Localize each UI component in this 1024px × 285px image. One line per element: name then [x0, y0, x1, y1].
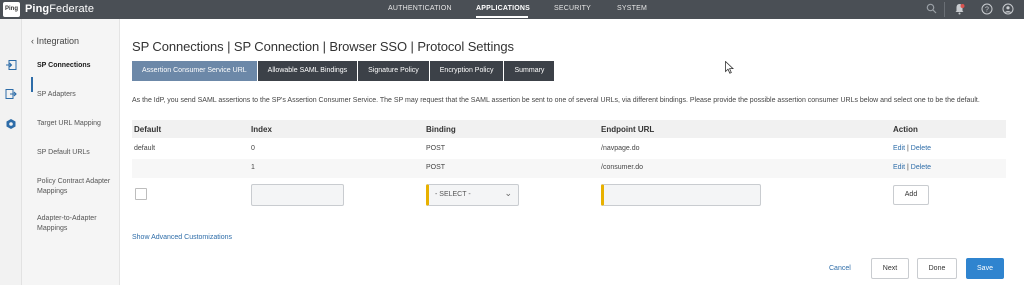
- cell-default: default: [134, 145, 156, 152]
- nav-active-indicator: [476, 16, 528, 18]
- sidebar-item-sp-connections[interactable]: SP Connections: [37, 61, 117, 71]
- search-icon[interactable]: [925, 3, 938, 16]
- column-header-default: Default: [134, 125, 162, 134]
- edit-link[interactable]: Edit: [893, 145, 905, 152]
- brand-name-light: Federate: [49, 3, 95, 15]
- cell-index: 0: [251, 145, 255, 152]
- cell-actions: Edit | Delete: [893, 164, 931, 171]
- tab-encryption-policy[interactable]: Encryption Policy: [429, 61, 504, 81]
- default-checkbox[interactable]: [135, 188, 147, 200]
- action-separator: |: [907, 164, 909, 171]
- cell-binding: POST: [426, 145, 446, 152]
- svg-text:?: ?: [985, 7, 989, 14]
- action-separator: |: [907, 145, 909, 152]
- tab-bar: Assertion Consumer Service URL Allowable…: [132, 61, 555, 81]
- sp-connections-rail-icon[interactable]: [4, 59, 18, 73]
- cell-endpoint-url: /navpage.do: [601, 145, 640, 152]
- page-title: SP Connections | SP Connection | Browser…: [132, 39, 514, 54]
- next-button[interactable]: Next: [871, 258, 909, 279]
- header-divider: [944, 2, 945, 17]
- nav-system[interactable]: SYSTEM: [617, 5, 647, 12]
- bell-icon[interactable]: [953, 3, 966, 16]
- sidebar-item-sp-default-urls[interactable]: SP Default URLs: [37, 148, 117, 158]
- sidebar-item-policy-contract-adapter-mappings[interactable]: Policy Contract Adapter Mappings: [37, 177, 117, 197]
- tab-allowable-saml-bindings[interactable]: Allowable SAML Bindings: [257, 61, 358, 81]
- sidebar-active-indicator: [31, 77, 33, 92]
- cancel-link[interactable]: Cancel: [829, 265, 851, 272]
- icon-rail: [0, 19, 22, 285]
- column-header-endpoint-url: Endpoint URL: [601, 125, 655, 134]
- add-button[interactable]: Add: [893, 185, 929, 205]
- logo-icon: Ping: [3, 2, 20, 17]
- sidebar-back-label: Integration: [36, 36, 80, 46]
- index-input[interactable]: [251, 184, 344, 206]
- show-advanced-customizations-link[interactable]: Show Advanced Customizations: [132, 234, 232, 241]
- oauth-rail-icon[interactable]: [4, 118, 18, 132]
- sidebar: ‹ Integration SP Connections SP Adapters…: [22, 19, 120, 285]
- tab-assertion-consumer-service-url[interactable]: Assertion Consumer Service URL: [132, 61, 257, 81]
- help-icon[interactable]: ?: [980, 3, 993, 16]
- sidebar-item-target-url-mapping[interactable]: Target URL Mapping: [37, 119, 117, 129]
- nav-applications[interactable]: APPLICATIONS: [476, 5, 530, 12]
- column-header-index: Index: [251, 125, 272, 134]
- table-row: 1 POST /consumer.do Edit | Delete: [132, 159, 1006, 178]
- cell-actions: Edit | Delete: [893, 145, 931, 152]
- tab-signature-policy[interactable]: Signature Policy: [358, 61, 429, 81]
- sidebar-item-sp-adapters[interactable]: SP Adapters: [37, 90, 117, 100]
- done-button[interactable]: Done: [917, 258, 957, 279]
- brand-name-bold: Ping: [25, 3, 50, 15]
- user-icon[interactable]: [1001, 3, 1014, 16]
- nav-authentication[interactable]: AUTHENTICATION: [388, 5, 452, 12]
- delete-link[interactable]: Delete: [911, 145, 931, 152]
- table-header: Default Index Binding Endpoint URL Actio…: [132, 120, 1006, 138]
- sidebar-back-link[interactable]: ‹ Integration: [31, 36, 79, 46]
- mouse-cursor-icon: [725, 61, 734, 74]
- top-bar: Ping PingFederate AUTHENTICATION APPLICA…: [0, 0, 1024, 19]
- save-button[interactable]: Save: [966, 258, 1004, 279]
- column-header-binding: Binding: [426, 125, 456, 134]
- delete-link[interactable]: Delete: [911, 164, 931, 171]
- edit-link[interactable]: Edit: [893, 164, 905, 171]
- brand-name: PingFederate: [25, 3, 94, 15]
- binding-select-value: - SELECT -: [435, 191, 471, 198]
- binding-select[interactable]: - SELECT - ⌄: [426, 184, 519, 206]
- chevron-down-icon: ⌄: [504, 188, 512, 198]
- idp-connections-rail-icon[interactable]: [4, 88, 18, 102]
- sidebar-item-adapter-to-adapter-mappings[interactable]: Adapter-to-Adapter Mappings: [37, 214, 117, 234]
- nav-security[interactable]: SECURITY: [554, 5, 591, 12]
- tab-summary[interactable]: Summary: [504, 61, 555, 81]
- cell-endpoint-url: /consumer.do: [601, 164, 644, 171]
- column-header-action: Action: [893, 125, 918, 134]
- table-row: default 0 POST /navpage.do Edit | Delete: [132, 140, 1006, 159]
- cell-binding: POST: [426, 164, 446, 171]
- cell-index: 1: [251, 164, 255, 171]
- endpoint-url-input[interactable]: [601, 184, 761, 206]
- description-text: As the IdP, you send SAML assertions to …: [132, 97, 980, 104]
